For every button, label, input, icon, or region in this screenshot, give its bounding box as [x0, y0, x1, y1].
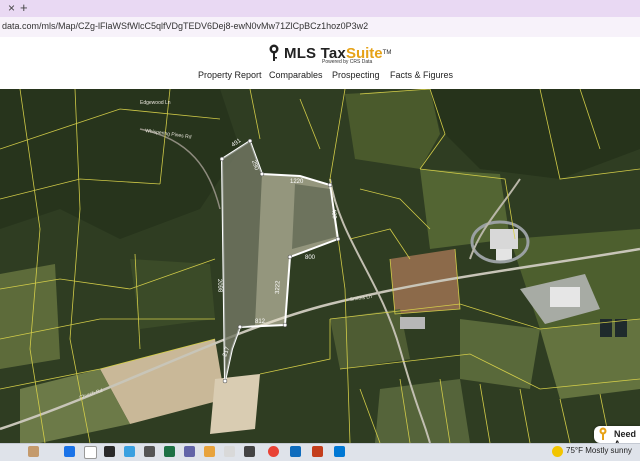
- help-widget[interactable]: Need A: [594, 426, 640, 449]
- weather-text: Mostly sunny: [585, 446, 632, 455]
- nav-comparables[interactable]: Comparables: [269, 70, 323, 80]
- dimension-label: 3222: [275, 280, 281, 294]
- dimension-label: 1220: [290, 179, 304, 185]
- store-icon[interactable]: [224, 446, 235, 457]
- app-icon[interactable]: [144, 446, 155, 457]
- powerpoint-icon[interactable]: [312, 446, 323, 457]
- logo-tagline: Powered by CRS Data: [322, 59, 373, 65]
- map-canvas[interactable]: 491 290 1220 489 800 3222 2098 812 217 W…: [0, 89, 640, 443]
- nav-facts-figures[interactable]: Facts & Figures: [390, 70, 453, 80]
- temperature: 75°F: [566, 446, 583, 455]
- nav-prospecting[interactable]: Prospecting: [332, 70, 380, 80]
- file-explorer-icon[interactable]: [204, 446, 215, 457]
- weather-readout[interactable]: 75°F Mostly sunny: [566, 446, 632, 455]
- new-tab-button[interactable]: +: [20, 0, 28, 15]
- url-text: data.com/mls/Map/CZg-lFlaWSfWlcC5qlfVDgT…: [2, 21, 369, 31]
- sun-icon: [552, 446, 563, 457]
- excel-icon[interactable]: [164, 446, 175, 457]
- dimension-label: 2098: [216, 279, 222, 293]
- tab-close-button[interactable]: ×: [8, 1, 15, 15]
- os-taskbar: 75°F Mostly sunny: [0, 443, 640, 461]
- key-pin-icon: [599, 427, 607, 440]
- app-header: MLS Tax Suite TM Powered by CRS Data Pro…: [0, 37, 640, 90]
- dimension-label: 800: [305, 255, 316, 261]
- app-icon[interactable]: [244, 446, 255, 457]
- app-icon[interactable]: [334, 446, 345, 457]
- dimension-label: 489: [330, 209, 337, 220]
- logo-trademark: TM: [382, 50, 392, 56]
- outlook-icon[interactable]: [290, 446, 301, 457]
- chrome-icon[interactable]: [268, 446, 279, 457]
- road-label: Edgewood Ln: [140, 100, 171, 106]
- key-pin-icon: [269, 44, 279, 61]
- task-view-icon[interactable]: [104, 446, 115, 457]
- windows-start-icon[interactable]: [64, 446, 75, 457]
- satellite-map[interactable]: 491 290 1220 489 800 3222 2098 812 217 W…: [0, 89, 640, 443]
- teams-icon[interactable]: [184, 446, 195, 457]
- browser-tab-bar: × +: [0, 0, 640, 17]
- edge-icon[interactable]: [124, 446, 135, 457]
- address-bar[interactable]: data.com/mls/Map/CZg-lFlaWSfWlcC5qlfVDgT…: [0, 17, 640, 38]
- dimension-label: 812: [255, 319, 266, 325]
- widget-icon[interactable]: [28, 446, 39, 457]
- search-icon[interactable]: [84, 446, 97, 459]
- nav-property-report[interactable]: Property Report: [198, 70, 262, 80]
